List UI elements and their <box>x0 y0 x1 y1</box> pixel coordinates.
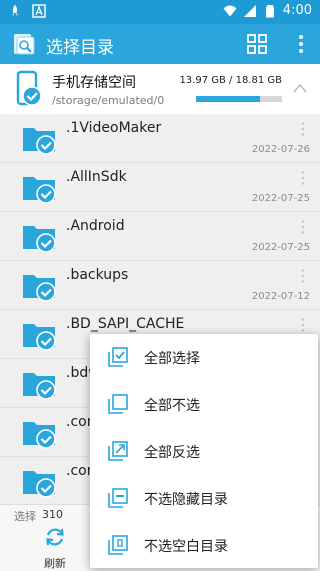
phone-storage-icon <box>16 70 42 106</box>
storage-header[interactable]: 手机存储空间 /storage/emulated/0 13.97 GB / 18… <box>0 64 320 115</box>
menu-item-select-all[interactable]: 全部选择 <box>90 334 318 381</box>
folder-checked-icon[interactable] <box>22 319 58 351</box>
storage-usage-fill <box>196 96 260 102</box>
folder-name: .AllInSdk <box>66 169 127 185</box>
selected-count: 310 <box>42 508 63 521</box>
storage-size: 13.97 GB / 18.81 GB <box>179 75 282 86</box>
folder-date: 2022-07-12 <box>251 291 310 302</box>
grid-view-icon[interactable] <box>246 33 268 55</box>
menu-item-label: 全部不选 <box>144 398 200 414</box>
storage-name: 手机存储空间 <box>52 75 136 91</box>
a-letter-icon <box>32 4 46 18</box>
empty-folder-icon <box>108 535 128 555</box>
selected-label: 选择 <box>14 510 36 523</box>
folder-name: .backups <box>66 267 129 283</box>
folder-row[interactable]: .AllInSdk 2022-07-25 <box>0 163 320 212</box>
folder-row[interactable]: .backups 2022-07-12 <box>0 261 320 310</box>
refresh-button[interactable]: 刷新 <box>38 525 72 570</box>
menu-item-label: 全部选择 <box>144 351 200 367</box>
menu-item-empty-folder[interactable]: 不选空白目录 <box>90 522 318 569</box>
selection-popup-menu: 全部选择全部不选全部反选不选隐藏目录 不选空白目录 <box>90 334 318 568</box>
more-options-icon[interactable] <box>296 32 306 56</box>
status-bar: 4:00 <box>0 0 320 24</box>
deselect-all-icon <box>108 394 128 414</box>
select-all-icon <box>108 347 128 367</box>
storage-usage-bar <box>196 96 282 102</box>
folder-checked-icon[interactable] <box>22 466 58 498</box>
battery-icon <box>265 4 274 17</box>
refresh-label: 刷新 <box>44 557 66 570</box>
item-more-icon[interactable] <box>300 219 306 235</box>
folder-date: 2022-07-26 <box>251 144 310 155</box>
item-more-icon[interactable] <box>300 170 306 186</box>
folder-checked-icon[interactable] <box>22 270 58 302</box>
item-more-icon[interactable] <box>300 268 306 284</box>
item-more-icon[interactable] <box>300 121 306 137</box>
rocket-icon <box>12 5 18 16</box>
folder-checked-icon[interactable] <box>22 417 58 449</box>
folder-checked-icon[interactable] <box>22 172 58 204</box>
hidden-folder-icon <box>108 488 128 508</box>
app-logo-icon <box>14 34 35 55</box>
folder-row[interactable]: .1VideoMaker 2022-07-26 <box>0 114 320 163</box>
chevron-up-icon[interactable] <box>292 82 308 94</box>
menu-item-label: 不选空白目录 <box>144 539 228 555</box>
menu-item-invert-selection[interactable]: 全部反选 <box>90 428 318 475</box>
folder-row[interactable]: .Android 2022-07-25 <box>0 212 320 261</box>
folder-date: 2022-07-25 <box>251 242 310 253</box>
folder-name: .Android <box>66 218 125 234</box>
folder-checked-icon[interactable] <box>22 368 58 400</box>
page-title: 选择目录 <box>46 38 114 58</box>
folder-date: 2022-07-25 <box>251 193 310 204</box>
folder-checked-icon[interactable] <box>22 221 58 253</box>
signal-icon <box>243 4 256 17</box>
folder-name: .BD_SAPI_CACHE <box>66 316 185 332</box>
status-time: 4:00 <box>282 3 312 18</box>
folder-name: .1VideoMaker <box>66 120 162 136</box>
menu-item-hidden-folder[interactable]: 不选隐藏目录 <box>90 475 318 522</box>
storage-path: /storage/emulated/0 <box>52 94 165 107</box>
item-more-icon[interactable] <box>300 317 306 333</box>
wifi-icon <box>223 5 237 16</box>
folder-checked-icon[interactable] <box>22 123 58 155</box>
app-toolbar: 选择目录 <box>0 24 320 64</box>
invert-selection-icon <box>108 441 128 461</box>
menu-item-label: 全部反选 <box>144 445 200 461</box>
menu-item-label: 不选隐藏目录 <box>144 492 228 508</box>
menu-item-deselect-all[interactable]: 全部不选 <box>90 381 318 428</box>
refresh-icon <box>46 528 64 546</box>
